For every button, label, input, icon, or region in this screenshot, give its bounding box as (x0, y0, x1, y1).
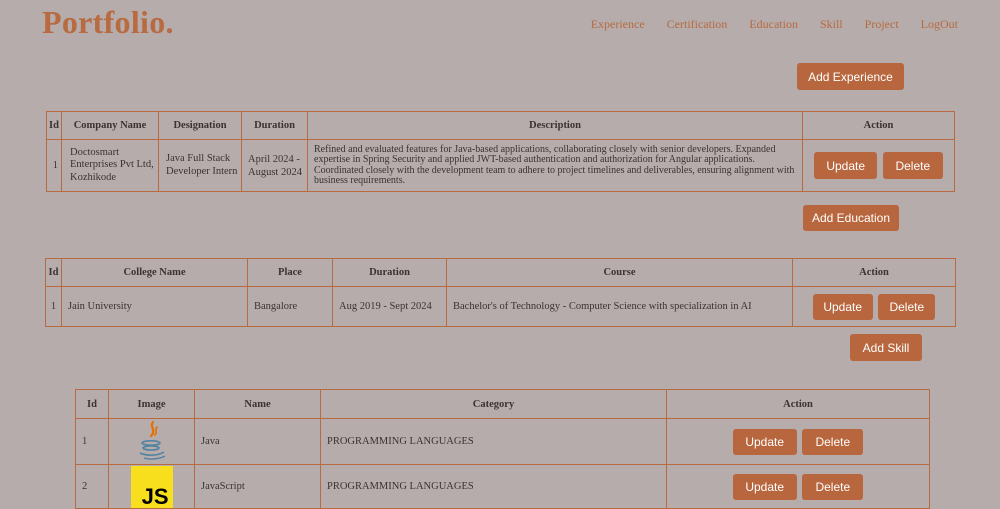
nav-project[interactable]: Project (865, 17, 899, 32)
cell-actions: Update Delete (666, 418, 930, 465)
nav-logout[interactable]: LogOut (921, 17, 958, 32)
cell-description: Refined and evaluated features for Java-… (307, 139, 803, 192)
col-header-id: Id (75, 389, 109, 419)
cell-college: Jain University (61, 286, 248, 327)
col-header-designation: Designation (158, 111, 242, 140)
cell-category: PROGRAMMING LANGUAGES (320, 418, 667, 465)
col-header-id: Id (46, 111, 62, 140)
col-header-description: Description (307, 111, 803, 140)
cell-image: JS (108, 464, 195, 509)
col-header-category: Category (320, 389, 667, 419)
cell-actions: Update Delete (792, 286, 956, 327)
col-header-company: Company Name (61, 111, 159, 140)
cell-name: Java (194, 418, 321, 465)
table-row: 1 Doctosmart Enterprises Pvt Ltd, Kozhik… (46, 139, 955, 192)
col-header-id: Id (45, 258, 62, 287)
update-button[interactable]: Update (732, 473, 797, 500)
cell-name: JavaScript (194, 464, 321, 509)
delete-button[interactable]: Delete (882, 152, 943, 179)
cell-category: PROGRAMMING LANGUAGES (320, 464, 667, 509)
cell-id: 1 (46, 139, 62, 192)
nav-education[interactable]: Education (749, 17, 798, 32)
delete-button[interactable]: Delete (878, 293, 936, 320)
delete-button[interactable]: Delete (802, 473, 864, 500)
nav-experience[interactable]: Experience (591, 17, 645, 32)
col-header-duration: Duration (241, 111, 308, 140)
skill-table: Id Image Name Category Action 1 Java PRO… (75, 389, 930, 509)
col-header-action: Action (792, 258, 956, 287)
nav-skill[interactable]: Skill (820, 17, 843, 32)
cell-duration: April 2024 - August 2024 (241, 139, 308, 192)
update-button[interactable]: Update (814, 152, 878, 179)
cell-id: 1 (75, 418, 109, 465)
cell-actions: Update Delete (802, 139, 955, 192)
update-button[interactable]: Update (732, 428, 797, 455)
update-button[interactable]: Update (812, 293, 873, 320)
cell-designation: Java Full Stack Developer Intern (158, 139, 242, 192)
brand-logo[interactable]: Portfolio. (42, 4, 174, 41)
java-logo-icon (139, 420, 165, 460)
col-header-action: Action (802, 111, 955, 140)
cell-image (108, 418, 195, 465)
cell-id: 2 (75, 464, 109, 509)
table-row: 1 Jain University Bangalore Aug 2019 - S… (45, 286, 956, 327)
add-skill-button[interactable]: Add Skill (850, 334, 922, 361)
education-table: Id College Name Place Duration Course Ac… (45, 258, 956, 327)
col-header-name: Name (194, 389, 321, 419)
cell-id: 1 (45, 286, 62, 327)
cell-company: Doctosmart Enterprises Pvt Ltd, Kozhikod… (61, 139, 159, 192)
cell-course: Bachelor's of Technology - Computer Scie… (446, 286, 793, 327)
col-header-college: College Name (61, 258, 248, 287)
table-row: 2 JS JavaScript PROGRAMMING LANGUAGES Up… (75, 464, 930, 509)
col-header-image: Image (108, 389, 195, 419)
add-experience-button[interactable]: Add Experience (797, 63, 904, 90)
top-nav: Experience Certification Education Skill… (591, 17, 958, 32)
col-header-duration: Duration (332, 258, 447, 287)
nav-certification[interactable]: Certification (667, 17, 728, 32)
cell-duration: Aug 2019 - Sept 2024 (332, 286, 447, 327)
delete-button[interactable]: Delete (802, 428, 864, 455)
table-row: 1 Java PROGRAMMING LANGUAGES Update Dele… (75, 418, 930, 465)
cell-actions: Update Delete (666, 464, 930, 509)
col-header-place: Place (247, 258, 333, 287)
javascript-logo-icon: JS (130, 465, 173, 508)
add-education-button[interactable]: Add Education (803, 205, 899, 231)
experience-table: Id Company Name Designation Duration Des… (46, 111, 955, 192)
col-header-action: Action (666, 389, 930, 419)
col-header-course: Course (446, 258, 793, 287)
cell-place: Bangalore (247, 286, 333, 327)
